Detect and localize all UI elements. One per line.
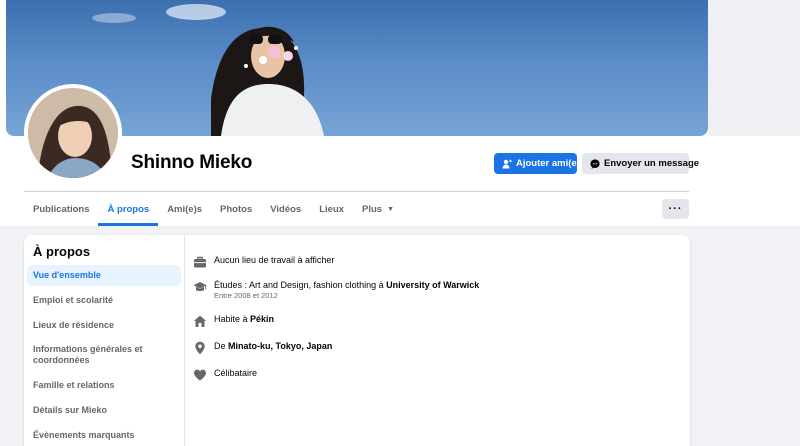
education-school-link[interactable]: University of Warwick <box>386 280 479 290</box>
about-title: À propos <box>33 244 91 259</box>
education-text: Études : Art and Design, fashion clothin… <box>214 280 479 291</box>
relationship-row: Célibataire <box>193 368 257 382</box>
profile-tabs: Publications À propos Ami(e)s Photos Vid… <box>24 192 403 226</box>
caret-down-icon: ▼ <box>387 205 395 213</box>
profile-name: Shinno Mieko <box>131 152 253 173</box>
tab-more-label: Plus <box>362 203 383 215</box>
tab-publications[interactable]: Publications <box>24 192 98 226</box>
sidebar-item-contact-info[interactable]: Informations générales et coordonnées <box>27 344 181 366</box>
lives-in-prefix: Habite à <box>214 314 251 324</box>
sidebar-item-overview[interactable]: Vue d'ensemble <box>27 265 181 286</box>
about-card: À propos Vue d'ensemble Emploi et scolar… <box>24 235 690 446</box>
sidebar-item-places[interactable]: Lieux de résidence <box>27 320 181 331</box>
sidebar-item-details[interactable]: Détails sur Mieko <box>27 405 181 416</box>
tab-photos[interactable]: Photos <box>211 192 261 226</box>
tab-friends[interactable]: Ami(e)s <box>158 192 211 226</box>
heart-icon <box>194 369 206 381</box>
hometown-prefix: De <box>214 341 229 351</box>
messenger-icon <box>590 158 600 169</box>
add-friend-label: Ajouter ami(e) <box>516 158 580 169</box>
work-text: Aucun lieu de travail à afficher <box>214 255 335 265</box>
send-message-label: Envoyer un message <box>604 158 700 169</box>
work-row: Aucun lieu de travail à afficher <box>193 255 334 269</box>
hometown-place-link[interactable]: Minato-ku, Tokyo, Japan <box>228 341 332 351</box>
hometown-text: De Minato-ku, Tokyo, Japan <box>214 341 332 352</box>
sidebar-item-work-education[interactable]: Emploi et scolarité <box>27 295 181 306</box>
sidebar-item-family[interactable]: Famille et relations <box>27 380 181 391</box>
send-message-button[interactable]: Envoyer un message <box>582 153 699 174</box>
sidebar-item-life-events[interactable]: Évènements marquants <box>27 430 181 441</box>
header-margin <box>708 0 800 136</box>
home-icon <box>194 315 206 327</box>
tab-about[interactable]: À propos <box>98 192 158 226</box>
tab-videos[interactable]: Vidéos <box>261 192 310 226</box>
education-prefix: Études : Art and Design, fashion clothin… <box>214 280 387 290</box>
relationship-text: Célibataire <box>214 368 258 378</box>
location-pin-icon <box>195 341 205 355</box>
add-friend-button[interactable]: Ajouter ami(e) <box>494 153 580 174</box>
add-friend-icon <box>502 159 512 168</box>
profile-avatar[interactable] <box>24 84 122 182</box>
education-dates: Entre 2008 et 2012 <box>214 291 278 300</box>
tab-places[interactable]: Lieux <box>310 192 353 226</box>
hometown-row: De Minato-ku, Tokyo, Japan <box>193 341 332 355</box>
briefcase-icon <box>194 256 206 268</box>
lives-in-row: Habite à Pékin <box>193 314 274 328</box>
lives-in-text: Habite à Pékin <box>214 314 274 325</box>
education-row: Études : Art and Design, fashion clothin… <box>193 280 479 301</box>
graduation-cap-icon <box>193 282 207 291</box>
tab-more[interactable]: Plus ▼ <box>353 192 403 226</box>
more-options-button[interactable]: ··· <box>662 199 689 219</box>
lives-in-city-link[interactable]: Pékin <box>250 314 274 324</box>
about-sidebar: À propos Vue d'ensemble Emploi et scolar… <box>24 235 185 446</box>
